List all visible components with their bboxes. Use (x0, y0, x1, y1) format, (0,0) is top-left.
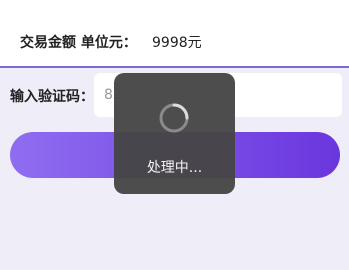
verification-code-label: 输入验证码： (10, 89, 94, 105)
loading-toast: 处理中... (114, 73, 235, 194)
amount-label: 交易金额 单位元： (20, 35, 137, 51)
amount-value: 9998元 (152, 35, 202, 51)
loading-spinner-icon (159, 103, 189, 133)
loading-text: 处理中... (146, 160, 203, 176)
section-divider (0, 66, 349, 68)
amount-row: 交易金额 单位元： 9998元 (0, 0, 349, 68)
transaction-page: 交易金额 单位元： 9998元 输入验证码： 处理中... (0, 0, 349, 270)
